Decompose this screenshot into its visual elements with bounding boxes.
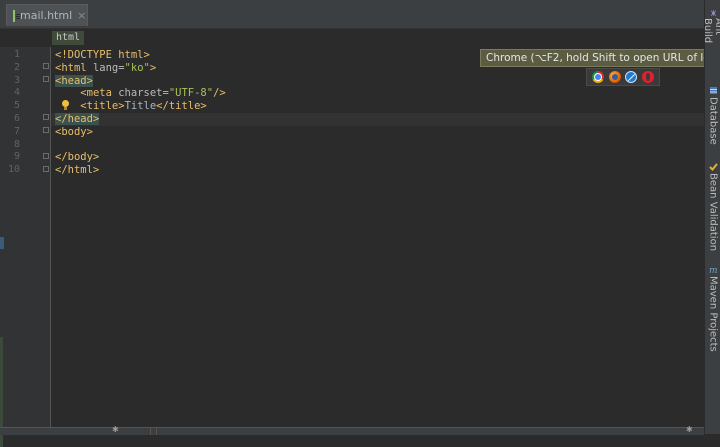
html-close-tag: </html> xyxy=(55,164,100,177)
chrome-icon[interactable] xyxy=(592,71,605,83)
ant-build-label: Ant Build xyxy=(705,18,720,44)
code-line-9: </body> xyxy=(55,151,99,164)
line-number: 6 xyxy=(13,113,20,124)
charset-attribute: charset= xyxy=(118,87,169,100)
browser-tooltip: Chrome (⌥F2, hold Shift to open URL of l… xyxy=(480,49,716,67)
line-number-gutter: 1 2 3 4 5 6 7 8 9 10 xyxy=(0,47,51,447)
right-tool-window-bar: Ant Build Database Bean Validation m Mav… xyxy=(704,0,720,434)
title-open-tag: <title> xyxy=(80,100,125,113)
code-line-4: <meta charset="UTF-8"/> xyxy=(55,87,226,100)
safari-icon[interactable] xyxy=(625,71,638,83)
gear-icon[interactable]: ✱ xyxy=(686,425,693,434)
bean-validation-tool-button[interactable]: Bean Validation xyxy=(705,162,720,251)
editor-tab-bar: mail.html × xyxy=(0,0,704,29)
editor-tab-label: mail.html xyxy=(20,9,73,22)
bean-validation-label: Bean Validation xyxy=(707,173,719,252)
html-open-tag: <html xyxy=(55,61,93,74)
line-number: 3 xyxy=(13,74,20,86)
code-line-5: <title>Title</title> xyxy=(55,100,207,113)
code-line-7: <body> xyxy=(55,126,93,139)
charset-value: "UTF-8" xyxy=(168,87,214,100)
head-open-tag: <head> xyxy=(55,74,93,87)
close-tab-icon[interactable]: × xyxy=(77,9,86,22)
line-number: 1 xyxy=(13,49,20,60)
html-tag-close: > xyxy=(149,61,157,74)
code-line-1: <!DOCTYPE html> xyxy=(55,49,150,62)
breadcrumb-html[interactable]: html xyxy=(52,31,85,45)
lang-attribute: lang= xyxy=(92,61,125,74)
opera-icon[interactable] xyxy=(641,71,654,83)
line-number: 7 xyxy=(13,125,20,137)
bean-icon xyxy=(708,163,718,171)
database-tool-button[interactable]: Database xyxy=(705,86,720,145)
line-number: 2 xyxy=(13,61,20,73)
code-line-6: </head> xyxy=(55,113,100,126)
line-number: 10 xyxy=(7,164,20,176)
fold-marker-icon[interactable] xyxy=(43,114,49,120)
meta-close: /> xyxy=(213,87,226,100)
fold-marker-icon[interactable] xyxy=(43,153,49,159)
editor-tab-mail-html[interactable]: mail.html × xyxy=(6,4,88,26)
gear-icon[interactable]: ✱ xyxy=(112,425,119,434)
lang-value: "ko" xyxy=(124,61,150,74)
title-text: Title xyxy=(124,100,157,113)
head-close-tag: </head> xyxy=(55,113,100,125)
maven-projects-label: Maven Projects xyxy=(707,276,719,352)
svg-text:m: m xyxy=(709,266,718,274)
html-file-icon xyxy=(13,9,20,22)
body-close-tag: </body> xyxy=(55,151,100,164)
doctype-tag: <!DOCTYPE html> xyxy=(55,49,150,61)
fold-marker-icon[interactable] xyxy=(43,63,49,69)
line-number: 8 xyxy=(13,138,20,150)
line-number: 4 xyxy=(13,87,20,99)
breadcrumb-bar: html xyxy=(0,29,704,48)
database-label: Database xyxy=(707,97,719,145)
code-line-3: <head> xyxy=(55,74,93,88)
fold-marker-icon[interactable] xyxy=(43,166,49,172)
fold-marker-icon[interactable] xyxy=(43,76,49,82)
current-line-highlight xyxy=(51,112,704,126)
title-close-tag: </title> xyxy=(156,100,207,113)
maven-projects-tool-button[interactable]: m Maven Projects xyxy=(705,265,720,352)
body-open-tag: <body> xyxy=(55,125,93,138)
line-number: 5 xyxy=(13,100,20,112)
gutter-marker xyxy=(0,237,4,249)
code-line-10: </html> xyxy=(55,164,99,177)
code-editor[interactable]: <!DOCTYPE html> <html lang="ko"> <head> … xyxy=(51,47,704,427)
firefox-icon[interactable] xyxy=(608,71,621,83)
maven-icon: m xyxy=(709,266,718,274)
fold-marker-icon[interactable] xyxy=(43,127,49,133)
open-in-browser-toolbar xyxy=(586,68,660,86)
code-line-2: <html lang="ko"> xyxy=(55,62,156,75)
ant-icon xyxy=(710,10,716,17)
database-icon xyxy=(709,87,717,94)
meta-open-tag: <meta xyxy=(80,87,119,100)
line-number: 9 xyxy=(13,151,20,163)
ant-build-tool-button[interactable]: Ant Build xyxy=(705,10,720,50)
